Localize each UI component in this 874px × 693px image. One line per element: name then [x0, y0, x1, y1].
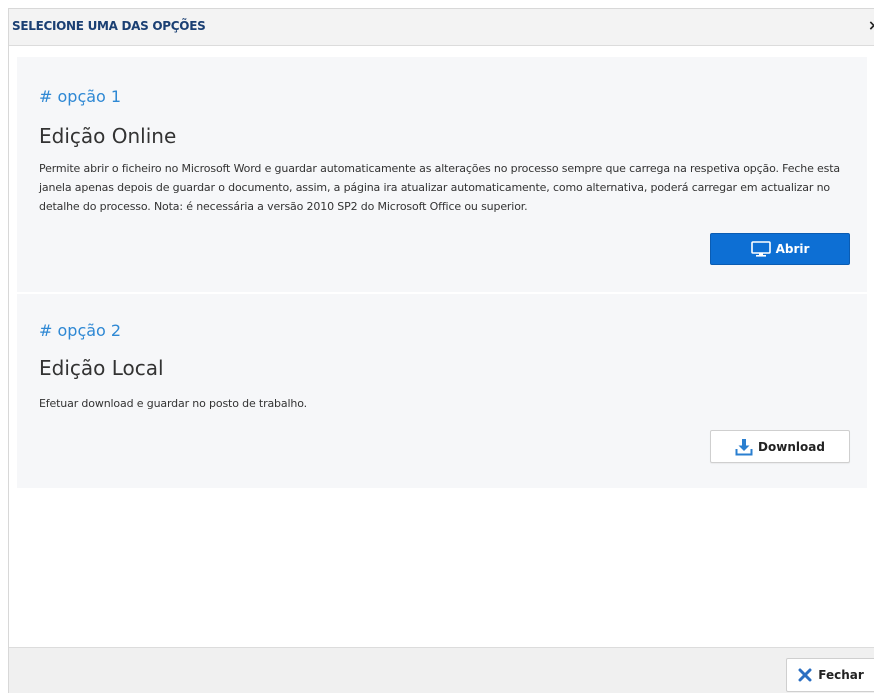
option-description: Permite abrir o ficheiro no Microsoft Wo… [39, 162, 841, 213]
close-button[interactable]: Fechar [786, 658, 874, 692]
close-button-label: Fechar [818, 668, 864, 682]
dialog-header: SELECIONE UMA DAS OPÇÕES × [9, 9, 874, 46]
dialog-title: SELECIONE UMA DAS OPÇÕES [12, 19, 206, 33]
open-button-label: Abrir [775, 242, 810, 256]
open-button[interactable]: Abrir [710, 233, 850, 265]
option-title: Edição Online [39, 124, 177, 148]
download-button-label: Download [758, 439, 825, 454]
option-card-local: # opção 2 Edição Local Efetuar download … [17, 294, 867, 488]
download-button[interactable]: Download [710, 430, 850, 463]
option-description: Efetuar download e guardar no posto de t… [39, 397, 307, 410]
options-dialog: SELECIONE UMA DAS OPÇÕES × # opção 1 Edi… [8, 8, 874, 693]
dialog-footer: Fechar [9, 647, 874, 693]
dialog-close-icon[interactable]: × [868, 18, 874, 34]
option-card-online: # opção 1 Edição Online Permite abrir o … [17, 57, 867, 292]
option-tag: # opção 1 [39, 87, 122, 106]
x-icon [798, 668, 812, 682]
option-title: Edição Local [39, 356, 164, 380]
option-tag: # opção 2 [39, 321, 122, 340]
monitor-icon [750, 240, 771, 258]
download-icon [735, 438, 753, 456]
